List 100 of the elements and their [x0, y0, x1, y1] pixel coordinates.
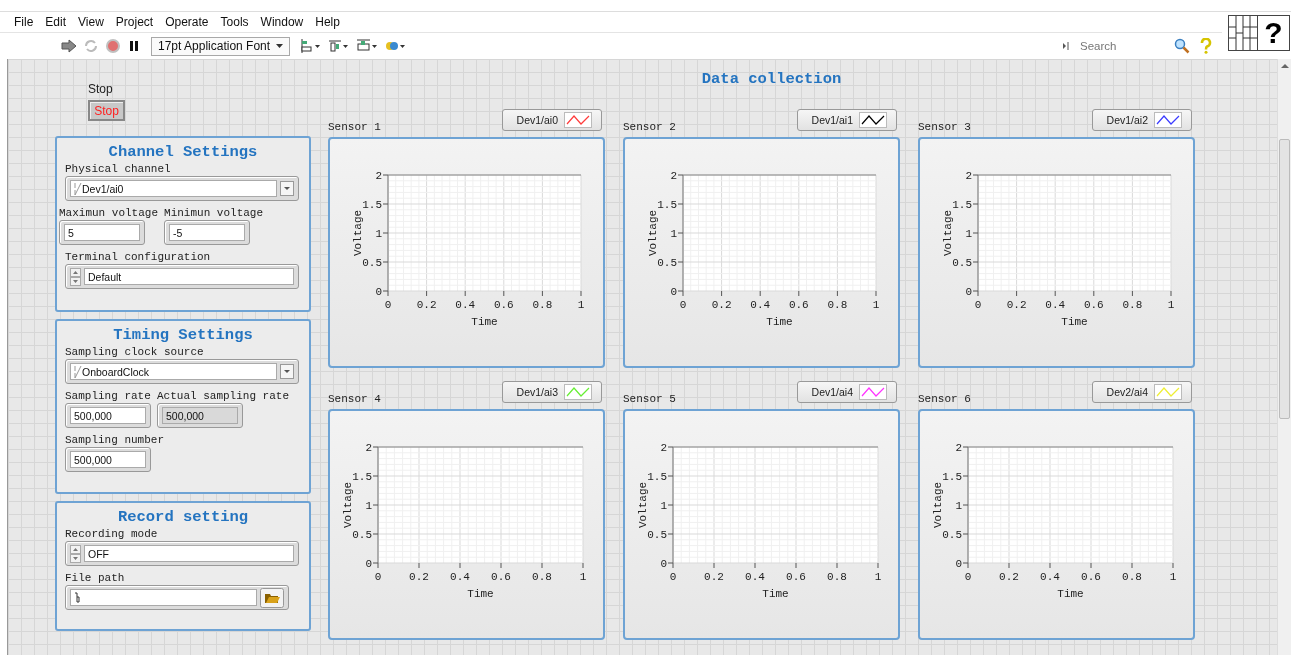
plot-legend[interactable]: Dev2/ai4: [1092, 381, 1192, 403]
scroll-up-icon[interactable]: [1280, 63, 1289, 69]
control-label: Terminal configuration: [65, 251, 211, 263]
tick-label: 0.6: [786, 571, 806, 583]
tick-label: 0: [974, 299, 982, 311]
search-icon[interactable]: [1174, 38, 1190, 54]
path-icon: [74, 591, 80, 604]
tick-label: 0: [679, 299, 687, 311]
plot-legend[interactable]: Dev1/ai1: [797, 109, 897, 131]
panel-title: Timing Settings: [113, 326, 253, 344]
tick-label: 1: [577, 299, 585, 311]
ring-control[interactable]: OFF: [65, 541, 299, 566]
tick-label: 1: [660, 500, 667, 512]
font-dropdown[interactable]: 17pt Application Font: [151, 36, 291, 56]
numeric-field[interactable]: 500,000: [65, 447, 151, 472]
io-name-icon: [74, 181, 82, 196]
tick-label: 0.4: [455, 299, 476, 311]
tick-label: 0: [964, 571, 972, 583]
control-label: Sampling rate: [65, 390, 151, 402]
legend-label: Dev1/ai0: [516, 114, 558, 126]
run-arrow-icon[interactable]: [60, 38, 77, 54]
tick-label: 0: [660, 558, 667, 570]
numeric-field[interactable]: 500,000: [65, 403, 151, 428]
menu-item[interactable]: Edit: [45, 15, 67, 29]
tick-label: 0.5: [647, 529, 667, 541]
tick-label: 0.5: [952, 257, 972, 269]
menu-item[interactable]: Project: [115, 15, 154, 29]
path-field[interactable]: [65, 585, 289, 610]
axis-title: Voltage: [637, 481, 649, 529]
plot-legend[interactable]: Dev1/ai3: [502, 381, 602, 403]
axis-title: Voltage: [942, 209, 954, 257]
tick-label: 1.5: [647, 471, 667, 483]
pause-icon[interactable]: [127, 38, 141, 54]
axis-title: Time: [467, 588, 494, 600]
legend-label: Dev1/ai2: [1106, 114, 1148, 126]
control-label: Recording mode: [65, 528, 158, 540]
channel-dropdown[interactable]: OnboardClock: [65, 359, 299, 384]
plot-legend[interactable]: Dev1/ai4: [797, 381, 897, 403]
tick-label: 2: [965, 170, 972, 182]
resize-objects-icon[interactable]: [356, 38, 380, 54]
scrollbar-thumb[interactable]: [1279, 139, 1290, 419]
ring-control[interactable]: Default: [65, 264, 299, 289]
connector-pane-icon[interactable]: ?: [1228, 15, 1290, 51]
menu-item[interactable]: Operate: [165, 15, 209, 29]
plot-legend[interactable]: Dev1/ai0: [502, 109, 602, 131]
control-label: File path: [65, 572, 125, 584]
tick-label: 0.2: [711, 299, 732, 311]
tick-label: 0.6: [1081, 571, 1101, 583]
tick-label: 0.6: [491, 571, 511, 583]
panel-title: Record setting: [117, 508, 249, 526]
menu-item[interactable]: Tools: [220, 15, 249, 29]
control-label: Stop: [88, 82, 114, 96]
align-objects-icon[interactable]: [300, 38, 323, 54]
control-label: Minimun voltage: [164, 207, 264, 219]
tick-label: 1: [965, 228, 972, 240]
axis-title: Voltage: [342, 481, 354, 529]
menu-item[interactable]: Window: [260, 15, 304, 29]
tick-label: 0.8: [1122, 299, 1143, 311]
io-name-icon: [74, 364, 82, 379]
tick-label: 0: [365, 558, 372, 570]
numeric-field[interactable]: -5: [164, 220, 251, 245]
folder-icon[interactable]: [260, 587, 284, 608]
chart-label: Sensor 5: [623, 393, 676, 405]
tick-label: 2: [365, 442, 372, 454]
menu-item[interactable]: View: [78, 15, 104, 29]
tick-label: 1.5: [362, 199, 382, 211]
increment-arrows-icon[interactable]: [70, 267, 81, 286]
numeric-field[interactable]: 5: [59, 220, 145, 245]
tick-label: 0.6: [788, 299, 809, 311]
menu-item[interactable]: File: [14, 15, 34, 29]
tick-label: 0: [375, 286, 382, 298]
axis-title: Time: [762, 588, 789, 600]
legend-label: Dev2/ai4: [1106, 386, 1148, 398]
tick-label: 0: [669, 571, 677, 583]
tick-label: 1: [365, 500, 372, 512]
tick-label: 1.5: [352, 471, 372, 483]
channel-dropdown[interactable]: Dev1/ai0: [65, 176, 299, 201]
tick-label: 1: [670, 228, 677, 240]
tick-label: 1.5: [942, 471, 962, 483]
tick-label: 0.4: [750, 299, 771, 311]
tick-label: 1: [1169, 571, 1177, 583]
vertical-scrollbar[interactable]: [1277, 59, 1291, 655]
tick-label: 0: [965, 286, 972, 298]
tick-label: 1: [375, 228, 382, 240]
plot-legend[interactable]: Dev1/ai2: [1092, 109, 1192, 131]
tick-label: 0.6: [493, 299, 514, 311]
abort-icon[interactable]: [105, 38, 121, 54]
distribute-objects-icon[interactable]: [328, 38, 351, 54]
axis-title: Time: [1061, 316, 1088, 328]
tick-label: 0.8: [1122, 571, 1142, 583]
increment-arrows-icon[interactable]: [70, 544, 81, 563]
axis-title: Voltage: [352, 209, 364, 257]
tick-label: 0.5: [942, 529, 962, 541]
caret-icon: [276, 43, 284, 49]
terminal-grid-icon: [1229, 16, 1257, 50]
tick-label: 2: [955, 442, 962, 454]
tick-label: 0.4: [450, 571, 470, 583]
menu-item[interactable]: Help: [315, 15, 340, 29]
expand-arrow-icon[interactable]: [1062, 41, 1070, 51]
tick-label: 0.2: [999, 571, 1019, 583]
